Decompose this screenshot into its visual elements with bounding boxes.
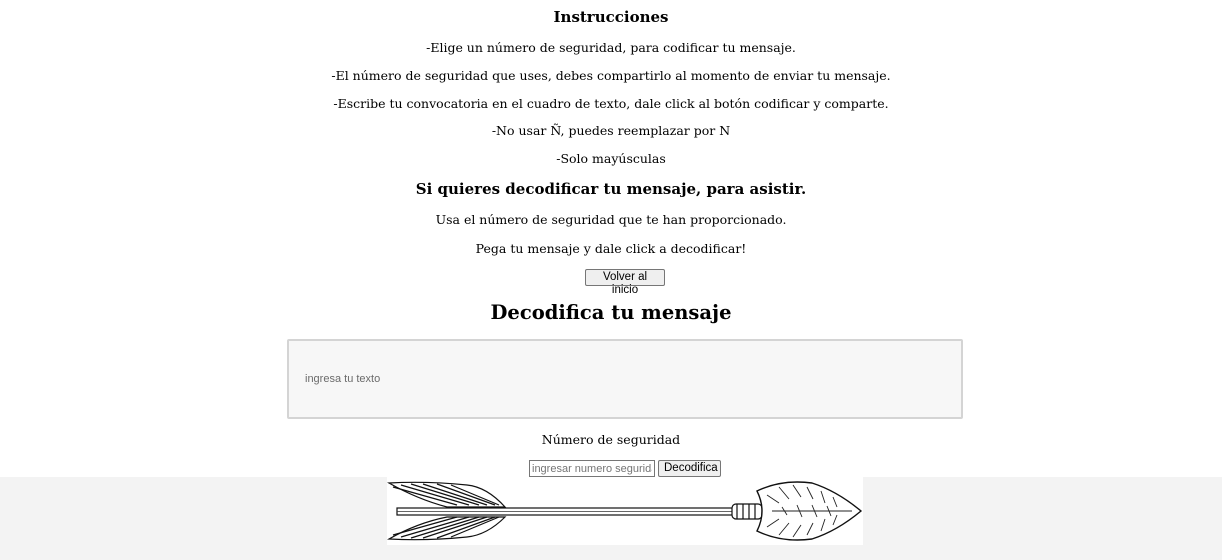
instruction-line: -No usar Ñ, puedes reemplazar por N [491,123,731,138]
instruction-line: -Elige un número de seguridad, para codi… [426,40,796,55]
security-number-input[interactable] [529,460,655,477]
arrow-illustration-icon [386,477,863,545]
decode-section-title: Decodifica tu mensaje [490,301,732,324]
security-number-label: Número de seguridad [541,432,681,447]
decode-info-line: Usa el número de seguridad que te han pr… [435,212,787,227]
instruction-line: -Escribe tu convocatoria en el cuadro de… [333,96,889,111]
instruction-line: -Solo mayúsculas [556,151,666,166]
instruction-line: -El número de seguridad que uses, debes … [331,68,891,83]
decode-button[interactable]: Decodifica [658,460,721,477]
decode-info-title: Si quieres decodificar tu mensaje, para … [415,180,807,198]
page: Instrucciones -Elige un número de seguri… [0,0,1222,560]
decode-info-line: Pega tu mensaje y dale click a decodific… [475,241,747,256]
message-textarea[interactable] [287,339,963,419]
instructions-title: Instrucciones [553,8,669,26]
back-to-home-button[interactable]: Volver al inicio [585,269,665,296]
